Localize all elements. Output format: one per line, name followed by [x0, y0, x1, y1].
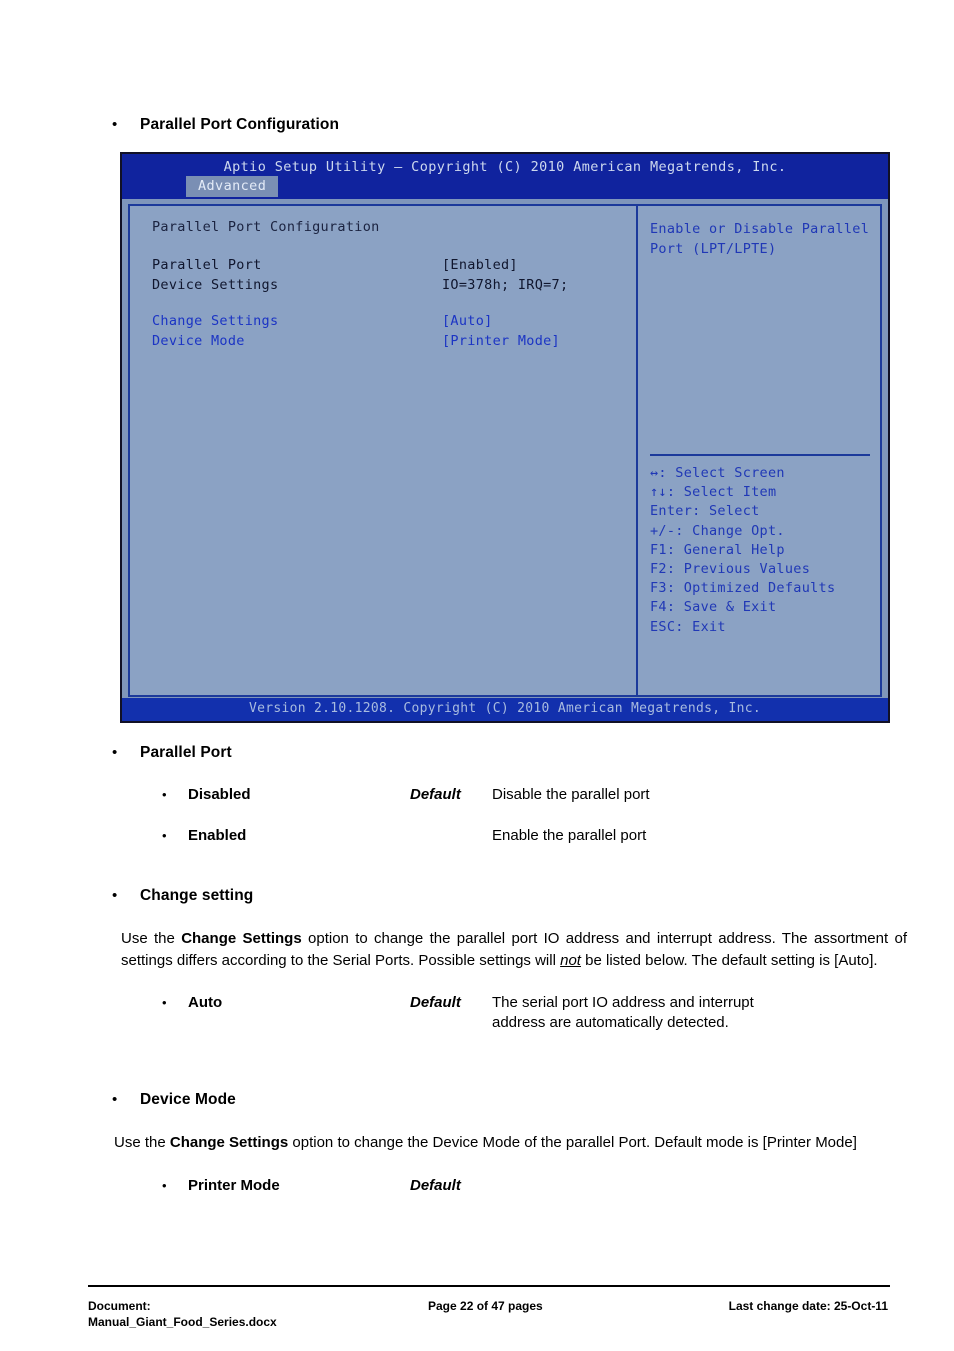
- option-label: Printer Mode: [188, 1176, 280, 1194]
- bios-key-esc-exit: ESC: Exit: [650, 618, 726, 635]
- bios-screenshot: Aptio Setup Utility – Copyright (C) 2010…: [120, 152, 890, 723]
- bios-title: Aptio Setup Utility – Copyright (C) 2010…: [223, 159, 787, 175]
- bios-content-frame: Parallel Port Configuration Parallel Por…: [128, 204, 882, 697]
- bios-body: Parallel Port Configuration Parallel Por…: [122, 199, 888, 702]
- bios-key-legend: ↔: Select Screen ↑↓: Select Item Enter: …: [650, 464, 874, 637]
- option-label: Auto: [188, 994, 223, 1011]
- bios-key-f4-save-exit: F4: Save & Exit: [650, 599, 777, 616]
- bios-setting-value: IO=378h; IRQ=7;: [442, 277, 569, 293]
- bios-setting-label: Device Settings: [152, 277, 279, 293]
- section-parallel-port: • Parallel Port • Disabled Default Disab…: [112, 743, 902, 846]
- option-row-enabled: • Enabled Enable the parallel port: [112, 826, 902, 846]
- para-part-d: not: [560, 951, 581, 969]
- heading-text: Parallel Port Configuration: [140, 116, 340, 133]
- bullet-icon: •: [112, 116, 118, 133]
- paragraph-change-setting: Use the Change Settings option to change…: [121, 928, 907, 971]
- para-part-a: Use the: [121, 930, 182, 947]
- bios-key-enter-select: Enter: Select: [650, 503, 760, 520]
- bios-setting-device-settings: Device Settings IO=378h; IRQ=7;: [152, 275, 636, 295]
- para-part-a: Use the: [114, 1134, 170, 1151]
- option-default-tag: Default: [410, 786, 461, 803]
- bullet-icon: •: [162, 995, 167, 1010]
- bios-setting-device-mode[interactable]: Device Mode [Printer Mode]: [152, 331, 636, 351]
- bios-setting-label: Device Mode: [152, 333, 245, 349]
- bios-key-f2-previous-values: F2: Previous Values: [650, 561, 811, 578]
- section-change-setting: • Change setting Use the Change Settings…: [112, 886, 907, 1033]
- bios-setting-parallel-port[interactable]: Parallel Port [Enabled]: [152, 255, 636, 275]
- bullet-icon: •: [112, 744, 118, 761]
- bios-section-title: Parallel Port Configuration: [152, 219, 380, 235]
- option-label: Enabled: [188, 827, 247, 844]
- option-default-tag: Default: [410, 1176, 461, 1194]
- bios-setting-value: [Auto]: [442, 313, 493, 329]
- section-heading-parallel-port: • Parallel Port: [112, 743, 902, 763]
- section-heading-text: Change setting: [140, 887, 254, 904]
- bios-key-f1-general-help: F1: General Help: [650, 541, 785, 558]
- option-description: Disable the parallel port: [492, 786, 650, 803]
- bios-titlebar: Aptio Setup Utility – Copyright (C) 2010…: [122, 154, 888, 199]
- bios-version-text: Version 2.10.1208. Copyright (C) 2010 Am…: [249, 701, 761, 716]
- footer-document-name: Manual_Giant_Food_Series.docx: [88, 1315, 277, 1329]
- bios-setting-change-settings[interactable]: Change Settings [Auto]: [152, 311, 636, 331]
- bullet-icon: •: [112, 1091, 118, 1108]
- bullet-icon: •: [112, 887, 118, 904]
- footer-document-label: Document:: [88, 1299, 151, 1313]
- bios-version-bar: Version 2.10.1208. Copyright (C) 2010 Am…: [122, 698, 888, 721]
- bullet-icon: •: [162, 1177, 167, 1193]
- bios-help-divider: [650, 454, 870, 456]
- option-description: The serial port IO address and interrupt…: [492, 993, 907, 1033]
- para-part-e: be listed below. The default setting is …: [580, 951, 878, 969]
- bios-help-line-2: Port (LPT/LPTE): [650, 241, 777, 257]
- section-heading-text: Parallel Port: [140, 744, 232, 761]
- option-row-disabled: • Disabled Default Disable the parallel …: [112, 785, 902, 805]
- option-description-line-2: address are automatically detected.: [492, 1014, 729, 1031]
- section-heading-text: Device Mode: [140, 1091, 236, 1108]
- page-footer: Document: Manual_Giant_Food_Series.docx …: [88, 1286, 888, 1330]
- bios-setting-label: Parallel Port: [152, 257, 262, 273]
- section-device-mode: • Device Mode Use the Change Settings op…: [112, 1090, 907, 1196]
- bios-tab-advanced[interactable]: Advanced: [186, 176, 279, 197]
- section-heading-change-setting: • Change setting: [112, 886, 907, 906]
- option-description-line-1: The serial port IO address and interrupt: [492, 994, 754, 1011]
- footer-last-change-date: Last change date: 25-Oct-11: [728, 1299, 888, 1313]
- bios-setting-value: [Enabled]: [442, 257, 518, 273]
- heading-parallel-port-configuration: • Parallel Port Configuration: [112, 115, 812, 135]
- section-heading-device-mode: • Device Mode: [112, 1090, 907, 1110]
- bios-key-select-item: ↑↓: Select Item: [650, 484, 777, 501]
- bullet-icon: •: [162, 787, 167, 802]
- option-label: Disabled: [188, 786, 251, 803]
- bios-help-line-1: Enable or Disable Parallel: [650, 221, 870, 237]
- option-row-auto: • Auto Default The serial port IO addres…: [112, 993, 907, 1033]
- bios-key-f3-optimized-defaults: F3: Optimized Defaults: [650, 580, 836, 597]
- para-part-c: option to change the Device Mode of the …: [288, 1134, 857, 1151]
- bios-setting-value: [Printer Mode]: [442, 333, 560, 349]
- document-page: • Parallel Port Configuration Aptio Setu…: [0, 0, 954, 1351]
- bios-key-select-screen: ↔: Select Screen: [650, 465, 785, 481]
- option-default-tag: Default: [410, 994, 461, 1011]
- bios-settings-panel: Parallel Port Configuration Parallel Por…: [130, 206, 636, 695]
- paragraph-device-mode: Use the Change Settings option to change…: [114, 1132, 907, 1154]
- option-row-printer-mode: • Printer Mode Default: [112, 1176, 907, 1196]
- bios-setting-label: Change Settings: [152, 313, 279, 329]
- para-part-b: Change Settings: [181, 930, 302, 947]
- option-description: Enable the parallel port: [492, 827, 647, 844]
- bios-key-change-opt: +/-: Change Opt.: [650, 522, 785, 539]
- para-part-b: Change Settings: [169, 1134, 289, 1151]
- footer-document-block: Document: Manual_Giant_Food_Series.docx: [88, 1298, 428, 1330]
- footer-page-number: Page 22 of 47 pages: [428, 1299, 543, 1313]
- bullet-icon: •: [162, 828, 167, 843]
- bios-help-panel: Enable or Disable Parallel Port (LPT/LPT…: [638, 206, 880, 695]
